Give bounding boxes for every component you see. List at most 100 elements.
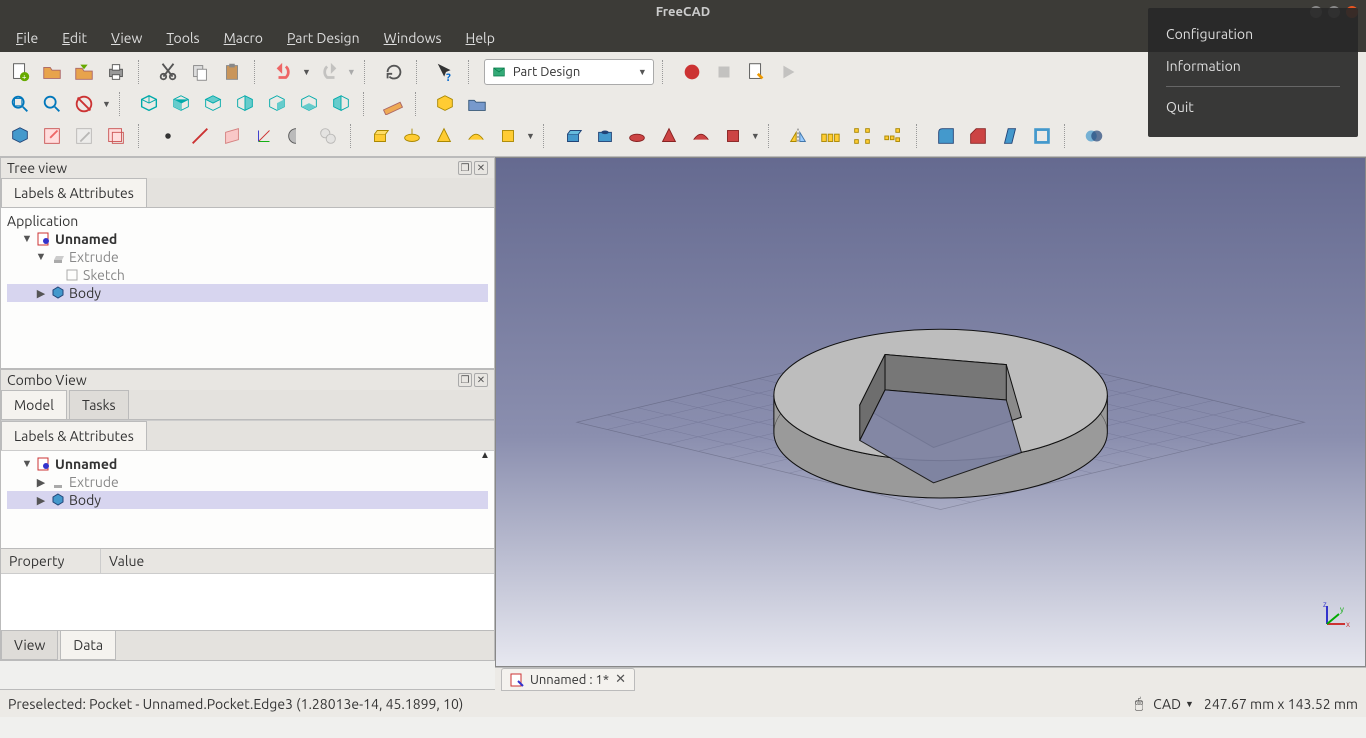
tree-doc-label[interactable]: Unnamed [55,231,117,247]
fillet-icon[interactable] [932,122,960,150]
additive-primitive-icon[interactable] [494,122,522,150]
loft-sub-icon[interactable] [655,122,683,150]
draft-icon[interactable] [996,122,1024,150]
popup-information[interactable]: Information [1166,50,1340,82]
chamfer-icon[interactable] [964,122,992,150]
tree-float-icon[interactable]: ❐ [458,161,472,175]
macro-record-icon[interactable] [678,58,706,86]
workbench-selector[interactable]: Part Design [484,59,654,85]
paste-icon[interactable] [218,58,246,86]
view-front-icon[interactable] [167,90,195,118]
sweep-sub-icon[interactable] [687,122,715,150]
loft-add-icon[interactable] [430,122,458,150]
whatsthis-icon[interactable]: ? [432,58,460,86]
linear-pattern-icon[interactable] [816,122,844,150]
pocket-icon[interactable] [559,122,587,150]
menu-partdesign[interactable]: Part Design [277,26,370,50]
tree-sketch-label[interactable]: Sketch [83,267,125,283]
save-file-icon[interactable] [70,58,98,86]
zoom-selection-icon[interactable] [38,90,66,118]
tab-labels-attributes[interactable]: Labels & Attributes [1,178,147,207]
menu-view[interactable]: View [101,26,152,50]
tree-body-label[interactable]: Body [69,285,101,301]
undo-icon[interactable] [270,58,298,86]
scroll-up-icon[interactable]: ▲ [478,449,492,463]
menu-macro[interactable]: Macro [214,26,273,50]
create-sketch-icon[interactable] [38,122,66,150]
view-iso-icon[interactable] [135,90,163,118]
nav-style-selector[interactable]: CAD▼ [1153,696,1194,712]
document-tab[interactable]: Unnamed : 1* ✕ [501,668,635,691]
shapebinder-icon[interactable] [282,122,310,150]
thickness-icon[interactable] [1028,122,1056,150]
refresh-icon[interactable] [380,58,408,86]
combo-body-label[interactable]: Body [69,492,101,508]
clone-icon[interactable] [314,122,342,150]
macro-stop-icon[interactable] [710,58,738,86]
sweep-add-icon[interactable] [462,122,490,150]
open-file-icon[interactable] [38,58,66,86]
tab-model[interactable]: Model [1,390,67,419]
combo-doc-label[interactable]: Unnamed [55,456,117,472]
property-col-header: Property [1,549,101,573]
measure-icon[interactable] [379,90,407,118]
boolean-icon[interactable] [1080,122,1108,150]
popup-configuration[interactable]: Configuration [1166,18,1340,50]
menu-help[interactable]: Help [456,26,505,50]
view-right-icon[interactable] [231,90,259,118]
tree-extrude-label[interactable]: Extrude [69,249,119,265]
view-bottom-icon[interactable] [295,90,323,118]
group-icon[interactable] [463,90,491,118]
zoom-fit-icon[interactable] [6,90,34,118]
view-left-icon[interactable] [327,90,355,118]
groove-icon[interactable] [623,122,651,150]
macro-play-icon[interactable] [774,58,802,86]
3d-viewport[interactable]: x z y [495,157,1366,667]
view-rear-icon[interactable] [263,90,291,118]
combo-float-icon[interactable]: ❐ [458,373,472,387]
tree-close-icon[interactable]: ✕ [474,161,488,175]
mirror-icon[interactable] [784,122,812,150]
hole-icon[interactable] [591,122,619,150]
new-file-icon[interactable]: + [6,58,34,86]
window-title: FreeCAD [656,5,711,19]
tab-data[interactable]: Data [60,631,116,660]
tab-tasks[interactable]: Tasks [69,390,129,419]
datum-plane-icon[interactable] [218,122,246,150]
datum-point-icon[interactable] [154,122,182,150]
property-body[interactable] [1,574,494,630]
combo-extrude-label[interactable]: Extrude [69,474,119,490]
revolution-icon[interactable] [398,122,426,150]
edit-sketch-icon[interactable] [70,122,98,150]
tree-view-tree[interactable]: Application ▼Unnamed ▼Extrude Sketch ▶Bo… [1,208,494,368]
popup-quit[interactable]: Quit [1166,91,1340,123]
redo-icon[interactable] [315,58,343,86]
menu-tools[interactable]: Tools [156,26,209,50]
cut-icon[interactable] [154,58,182,86]
status-bar: Preselected: Pocket - Unnamed.Pocket.Edg… [0,689,1366,717]
multi-transform-icon[interactable] [880,122,908,150]
part-icon[interactable] [431,90,459,118]
menu-file[interactable]: File [6,26,48,50]
menu-edit[interactable]: Edit [52,26,97,50]
tab-view[interactable]: View [1,631,58,660]
macro-list-icon[interactable] [742,58,770,86]
nav-style-label: CAD [1153,696,1181,712]
menu-windows[interactable]: Windows [374,26,452,50]
document-tab-close-icon[interactable]: ✕ [615,672,626,687]
drawstyle-icon[interactable] [70,90,98,118]
copy-icon[interactable] [186,58,214,86]
pad-icon[interactable] [366,122,394,150]
print-icon[interactable] [102,58,130,86]
map-sketch-icon[interactable] [102,122,130,150]
datum-line-icon[interactable] [186,122,214,150]
datum-cs-icon[interactable] [250,122,278,150]
subtractive-primitive-icon[interactable] [719,122,747,150]
combo-close-icon[interactable]: ✕ [474,373,488,387]
create-body-icon[interactable] [6,122,34,150]
combo-tree[interactable]: ▼Unnamed ▶Extrude ▶Body [1,451,494,548]
polar-pattern-icon[interactable] [848,122,876,150]
view-top-icon[interactable] [199,90,227,118]
document-tabs: Unnamed : 1* ✕ [495,667,1366,691]
tab-labels-attributes-2[interactable]: Labels & Attributes [1,421,147,450]
